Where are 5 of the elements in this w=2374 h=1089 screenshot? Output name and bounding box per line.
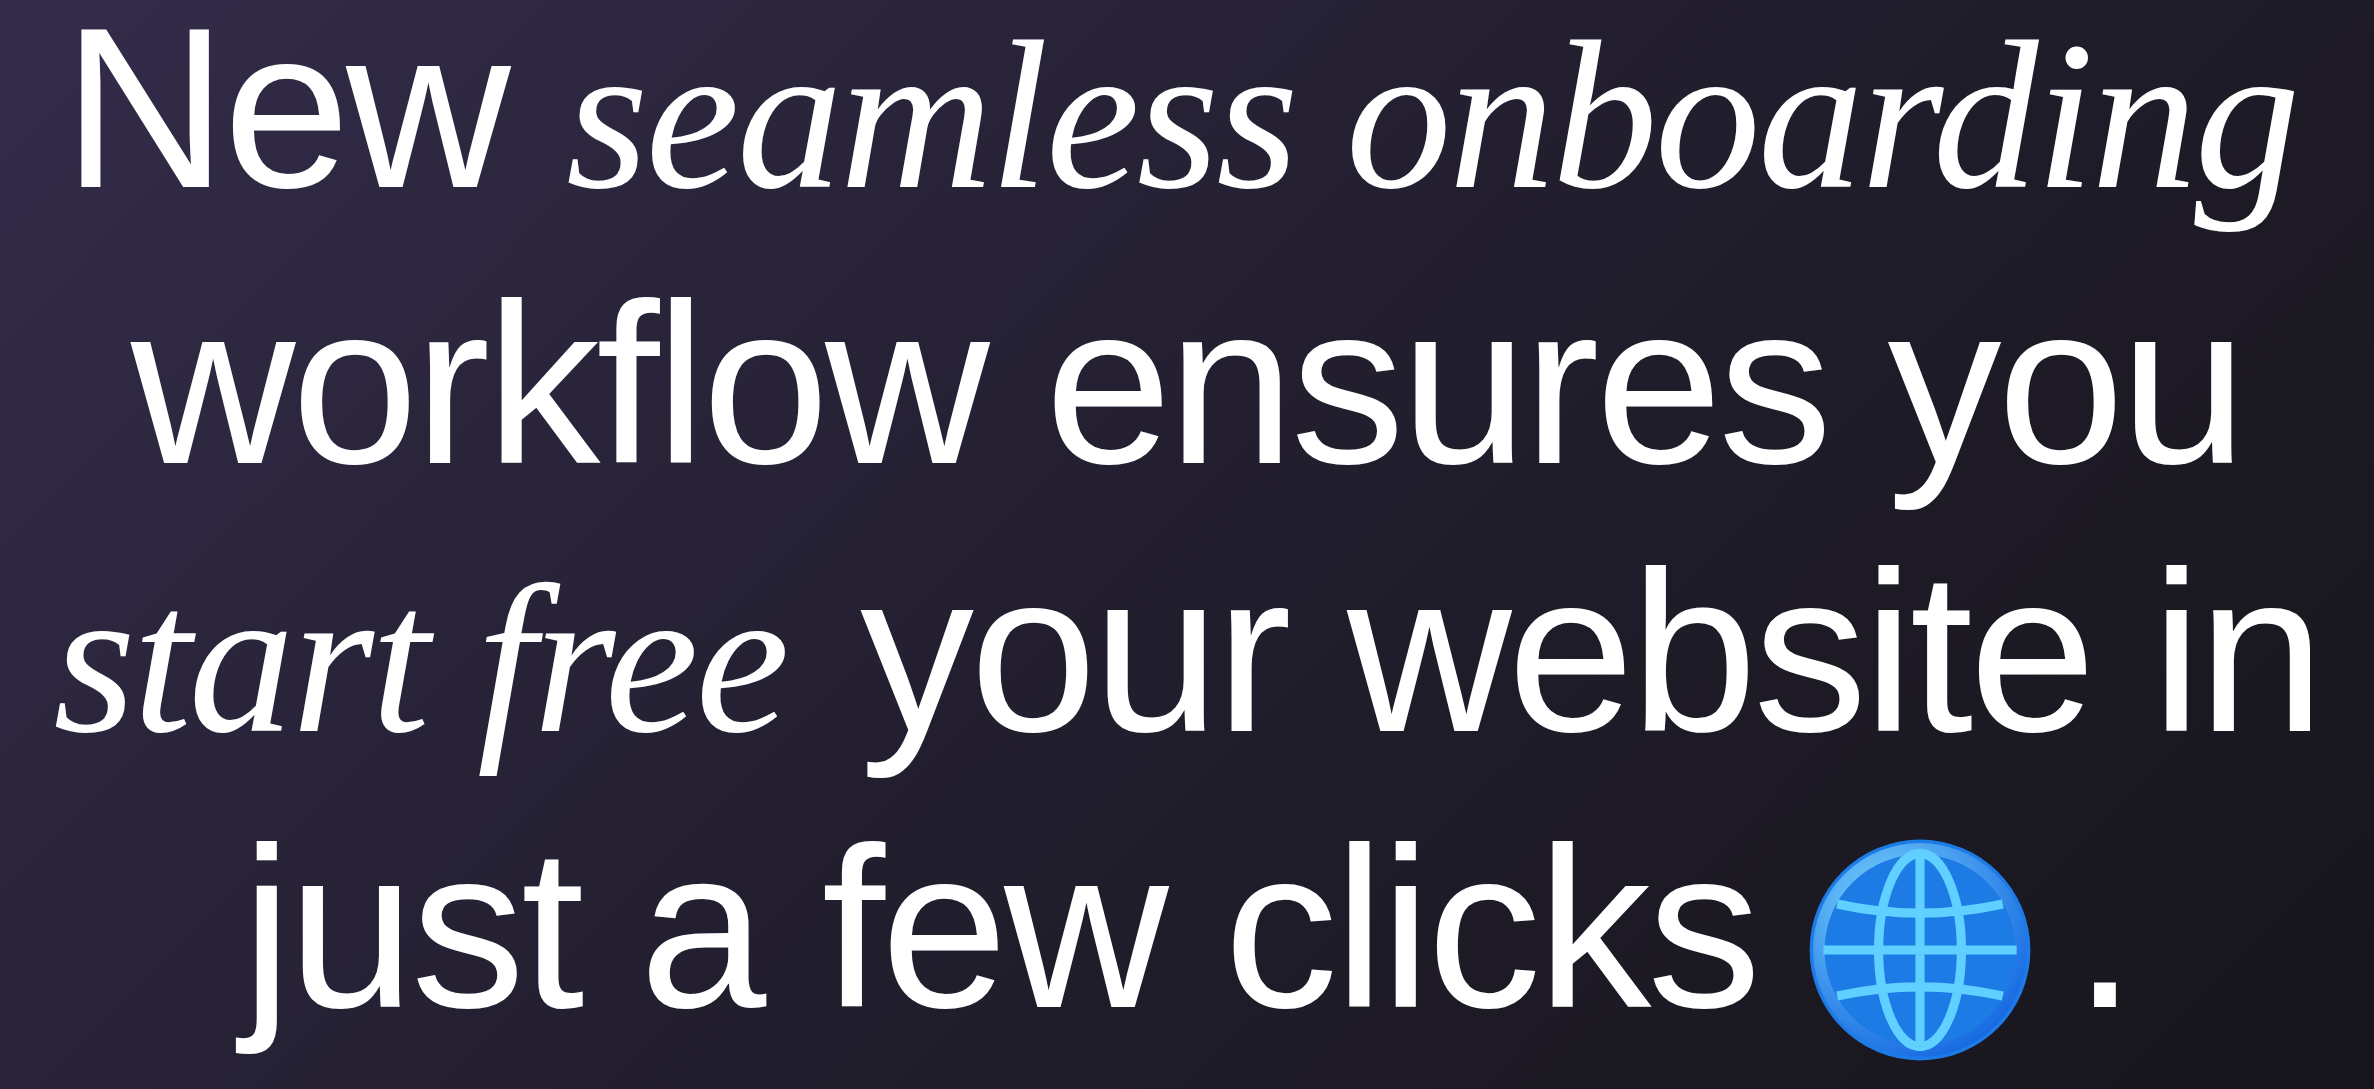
headline-text: New seamless onboarding	[61, 0, 2299, 237]
headline-text: workflow ensures you	[129, 262, 2245, 513]
period-text: .	[2072, 806, 2134, 1057]
headline-text: start free your website in	[52, 530, 2322, 781]
headline-text: just a few clicks	[233, 806, 1766, 1074]
